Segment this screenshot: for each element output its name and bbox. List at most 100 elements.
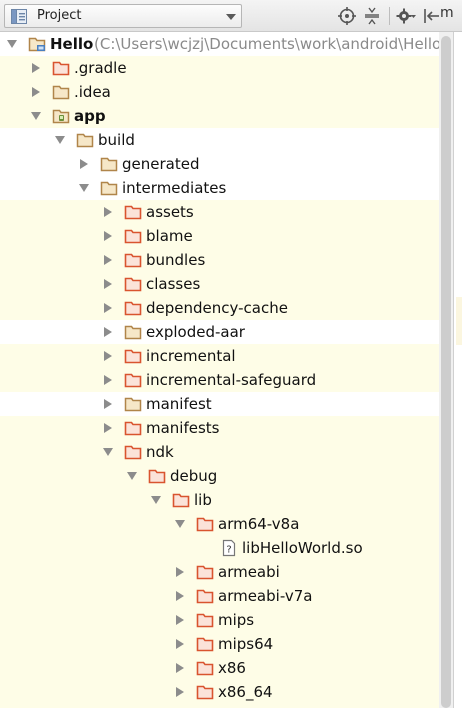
collapsed-arrow-icon[interactable] [174, 590, 186, 602]
collapsed-arrow-icon[interactable] [102, 278, 114, 290]
collapsed-arrow-icon[interactable] [102, 326, 114, 338]
tree-node[interactable]: intermediates [0, 176, 439, 200]
tree-node[interactable]: blame [0, 224, 439, 248]
collapsed-arrow-icon[interactable] [174, 614, 186, 626]
tree-node-label: armeabi-v7a [218, 587, 313, 605]
expanded-arrow-icon[interactable] [150, 494, 162, 506]
tree-node[interactable]: mips64 [0, 632, 439, 656]
collapsed-arrow-icon[interactable] [102, 206, 114, 218]
svg-text:?: ? [226, 545, 231, 556]
tree-node-label: dependency-cache [146, 299, 288, 317]
collapsed-arrow-icon[interactable] [102, 230, 114, 242]
tree-node[interactable]: classes [0, 272, 439, 296]
tree-node[interactable]: lib [0, 488, 439, 512]
expanded-arrow-icon[interactable] [54, 134, 66, 146]
collapsed-arrow-icon[interactable] [174, 662, 186, 674]
tree-node-label: x86 [218, 659, 246, 677]
collapsed-arrow-icon[interactable] [174, 566, 186, 578]
collapsed-arrow-icon[interactable] [102, 350, 114, 362]
collapsed-arrow-icon[interactable] [102, 422, 114, 434]
gear-icon[interactable] [396, 6, 416, 26]
excluded-folder-icon [196, 563, 214, 581]
tree-node[interactable]: generated [0, 152, 439, 176]
collapsed-arrow-icon[interactable] [102, 374, 114, 386]
tree-node[interactable]: bundles [0, 248, 439, 272]
tree-node-label: ndk [146, 443, 174, 461]
tree-node[interactable]: .gradle [0, 56, 439, 80]
tree-node[interactable]: exploded-aar [0, 320, 439, 344]
tree-node-label: build [98, 131, 135, 149]
project-toolbar: Project m [0, 0, 462, 32]
collapsed-arrow-icon[interactable] [102, 254, 114, 266]
chevron-down-icon [226, 14, 236, 20]
tree-node[interactable]: arm64-v8a [0, 512, 439, 536]
excluded-folder-icon [196, 587, 214, 605]
collapsed-arrow-icon[interactable] [30, 86, 42, 98]
tree-node[interactable]: incremental [0, 344, 439, 368]
collapsed-arrow-icon[interactable] [78, 158, 90, 170]
expanded-arrow-icon[interactable] [6, 38, 18, 50]
tree-node[interactable]: ndk [0, 440, 439, 464]
tree-node[interactable]: manifest [0, 392, 439, 416]
excluded-folder-icon [124, 251, 142, 269]
tree-node[interactable]: dependency-cache [0, 296, 439, 320]
scrollbar-thumb[interactable] [441, 36, 451, 708]
collapsed-arrow-icon[interactable] [174, 686, 186, 698]
tree-node-label: debug [170, 467, 218, 485]
module-folder-icon [52, 107, 70, 125]
tree-node[interactable] [0, 704, 439, 708]
expanded-arrow-icon[interactable] [102, 446, 114, 458]
expanded-arrow-icon[interactable] [30, 110, 42, 122]
expanded-arrow-icon[interactable] [78, 182, 90, 194]
tree-node-label: incremental-safeguard [146, 371, 317, 389]
tree-node[interactable]: Hello (C:\Users\wcjzj\Documents\work\and… [0, 32, 439, 56]
folder-icon [124, 323, 142, 341]
excluded-folder-icon [124, 443, 142, 461]
tree-node-label: mips64 [218, 635, 274, 653]
tree-node[interactable]: assets [0, 200, 439, 224]
project-tree[interactable]: Hello (C:\Users\wcjzj\Documents\work\and… [0, 32, 439, 708]
hide-panel-icon[interactable] [421, 6, 441, 26]
tree-node[interactable]: armeabi [0, 560, 439, 584]
tree-node[interactable]: ? libHelloWorld.so [0, 536, 439, 560]
project-view-selector[interactable]: Project [4, 4, 242, 28]
unknown-file-icon: ? [220, 539, 238, 557]
tree-node[interactable]: debug [0, 464, 439, 488]
excluded-folder-icon [148, 467, 166, 485]
excluded-folder-icon [196, 515, 214, 533]
folder-icon [76, 131, 94, 149]
tree-node-label: manifests [146, 419, 220, 437]
excluded-folder-icon [124, 227, 142, 245]
excluded-folder-icon [196, 659, 214, 677]
project-module-icon [28, 35, 46, 53]
tree-node-label: app [74, 107, 106, 125]
tree-node[interactable]: incremental-safeguard [0, 368, 439, 392]
project-path-text: (C:\Users\wcjzj\Documents\work\android\H… [94, 35, 439, 53]
tree-node[interactable]: .idea [0, 80, 439, 104]
tree-node[interactable]: armeabi-v7a [0, 584, 439, 608]
collapsed-arrow-icon[interactable] [102, 302, 114, 314]
editor-edge [453, 32, 462, 708]
tree-node[interactable]: x86 [0, 656, 439, 680]
expanded-arrow-icon[interactable] [126, 470, 138, 482]
tree-node[interactable]: manifests [0, 416, 439, 440]
collapse-all-icon[interactable] [362, 6, 382, 26]
tree-node[interactable]: build [0, 128, 439, 152]
collapsed-arrow-icon[interactable] [30, 62, 42, 74]
tree-node[interactable]: mips [0, 608, 439, 632]
tree-node[interactable]: app [0, 104, 439, 128]
locate-icon[interactable] [337, 6, 357, 26]
collapsed-arrow-icon[interactable] [174, 638, 186, 650]
expanded-arrow-icon[interactable] [174, 518, 186, 530]
excluded-folder-icon [196, 611, 214, 629]
excluded-folder-icon [196, 683, 214, 701]
folder-icon [124, 395, 142, 413]
collapsed-arrow-icon[interactable] [102, 398, 114, 410]
excluded-folder-icon [124, 371, 142, 389]
tree-node-label: intermediates [122, 179, 227, 197]
tree-node-label: libHelloWorld.so [242, 539, 363, 557]
tree-node[interactable]: x86_64 [0, 680, 439, 704]
tree-node-label: arm64-v8a [218, 515, 300, 533]
project-tool-window: Project m Hello (C:\Users\wcjzj\Document… [0, 0, 462, 708]
tree-node-label: bundles [146, 251, 206, 269]
